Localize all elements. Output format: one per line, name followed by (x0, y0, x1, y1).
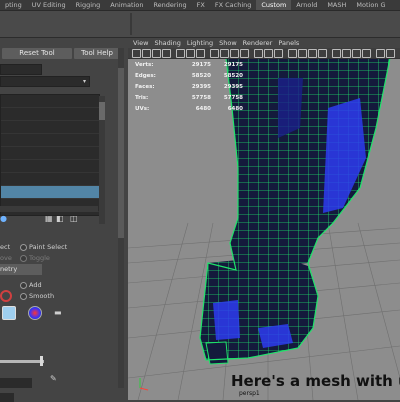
scroll-thumb[interactable] (99, 102, 105, 120)
tool-settings-panel: Reset Tool Tool Help ▾ ● ▦ ◧ ◫ ect Paint… (0, 38, 126, 402)
camera-attr-icon[interactable] (142, 49, 151, 58)
chevron-down-icon: ▾ (82, 78, 86, 85)
panel-scrollbar[interactable] (118, 48, 124, 388)
selection-list[interactable] (0, 94, 100, 216)
menu-shading[interactable]: Shading (151, 38, 183, 48)
hud-tris: Tris: 57758 57758 (135, 95, 243, 101)
slider-handle[interactable] (40, 356, 43, 366)
viewport-panel[interactable]: View Shading Lighting Show Renderer Pane… (128, 38, 400, 400)
paint-select-label: Paint Select (29, 243, 68, 251)
smooth-shade-icon[interactable] (220, 49, 229, 58)
ambient-occlusion-icon[interactable] (264, 49, 273, 58)
viewport-toolbar (128, 48, 400, 59)
xray-icon[interactable] (298, 49, 307, 58)
menu-panels[interactable]: Panels (275, 38, 302, 48)
hud-uvs: UVs: 6480 6480 (135, 106, 243, 112)
tab-rendering[interactable]: Rendering (148, 0, 191, 10)
tab-mash[interactable]: MASH (322, 0, 351, 10)
backface-icon[interactable] (318, 49, 327, 58)
tab-animation[interactable]: Animation (105, 0, 148, 10)
textured-icon[interactable] (230, 49, 239, 58)
list-hscrollbar[interactable] (0, 206, 98, 212)
xray-joints-icon[interactable] (308, 49, 317, 58)
hud-edges: Edges: 58520 58520 (135, 73, 243, 79)
pen-icon[interactable]: ✎ (50, 374, 57, 383)
menu-show[interactable]: Show (216, 38, 240, 48)
scroll-thumb[interactable] (118, 68, 124, 238)
tab-fx-caching[interactable]: FX Caching (210, 0, 257, 10)
film-gate-icon[interactable] (186, 49, 195, 58)
preset-dropdown[interactable]: ▾ (0, 76, 90, 87)
select-label: ect (0, 243, 11, 251)
mode-dropdown[interactable] (0, 64, 42, 75)
wireframe-toggle-icon[interactable] (210, 49, 219, 58)
lights-icon[interactable] (240, 49, 249, 58)
color-mgmt-icon[interactable] (342, 49, 351, 58)
smooth-radio[interactable] (20, 293, 27, 300)
bookmark-icon[interactable] (152, 49, 161, 58)
paint-select-radio[interactable] (20, 244, 27, 251)
menu-view[interactable]: View (128, 38, 151, 48)
list-item[interactable] (1, 108, 99, 121)
list-scrollbar[interactable] (99, 96, 105, 224)
color-swatch-icon[interactable] (2, 306, 16, 320)
move-label: ove (0, 254, 12, 262)
resolution-gate-icon[interactable] (196, 49, 205, 58)
tab-uv-editing[interactable]: UV Editing (27, 0, 71, 10)
tab-rigging[interactable]: Rigging (71, 0, 106, 10)
list-item[interactable] (1, 160, 99, 173)
grid-icon[interactable]: ▦ (45, 214, 53, 223)
image-plane-icon[interactable] (162, 49, 171, 58)
shelf-tool-icon[interactable]: ● (0, 214, 7, 223)
camera-label: persp1 (239, 390, 260, 397)
tab-arnold[interactable]: Arnold (291, 0, 322, 10)
tab-motion-graphics[interactable]: Motion G (351, 0, 390, 10)
shelf-tab-bar: pting UV Editing Rigging Animation Rende… (0, 0, 400, 11)
gamma-icon[interactable] (332, 49, 341, 58)
list-item[interactable] (1, 147, 99, 160)
panel-layout-icon[interactable] (386, 49, 395, 58)
add-radio[interactable] (20, 282, 27, 289)
list-item[interactable] (1, 134, 99, 147)
list-item-selected[interactable] (1, 186, 99, 199)
add-label: Add (29, 281, 42, 289)
tab-sculpting[interactable]: pting (0, 0, 27, 10)
shelf-icon-row (0, 11, 400, 38)
list-item[interactable] (1, 95, 99, 108)
video-caption: Here's a mesh with u (231, 372, 400, 390)
viewport-menu-bar: View Shading Lighting Show Renderer Pane… (128, 38, 400, 48)
stop-icon[interactable] (0, 290, 12, 302)
camera-icon[interactable]: ◧ (56, 214, 64, 223)
list-item[interactable] (1, 121, 99, 134)
tool-help-button[interactable]: Tool Help (74, 48, 120, 59)
wireframe-icon[interactable]: ◫ (70, 214, 78, 223)
tab-custom[interactable]: Custom (256, 0, 292, 10)
hud-faces: Faces: 29395 29395 (135, 84, 243, 90)
viewport-settings-icon[interactable] (376, 49, 385, 58)
exposure-icon[interactable] (352, 49, 361, 58)
shadows-icon[interactable] (254, 49, 263, 58)
reset-tool-button[interactable]: Reset Tool (2, 48, 72, 59)
paint-icon[interactable] (28, 306, 42, 320)
geometry-button[interactable]: netry (0, 264, 42, 275)
display-icon[interactable] (362, 49, 371, 58)
toggle-label: Toggle (29, 254, 50, 262)
menu-renderer[interactable]: Renderer (240, 38, 276, 48)
select-camera-icon[interactable] (132, 49, 141, 58)
toggle-radio[interactable] (20, 255, 27, 262)
folder-icon[interactable]: ▬ (54, 308, 62, 317)
isolate-icon[interactable] (288, 49, 297, 58)
smooth-label: Smooth (29, 292, 55, 300)
opacity-slider[interactable] (0, 360, 44, 363)
antialias-icon[interactable] (274, 49, 283, 58)
hud-verts: Verts: 29175 29175 (135, 62, 243, 68)
value-field[interactable] (0, 378, 32, 388)
value-field[interactable] (0, 393, 14, 402)
list-item[interactable] (1, 173, 99, 186)
tab-fx[interactable]: FX (192, 0, 210, 10)
grid-toggle-icon[interactable] (176, 49, 185, 58)
menu-lighting[interactable]: Lighting (184, 38, 216, 48)
